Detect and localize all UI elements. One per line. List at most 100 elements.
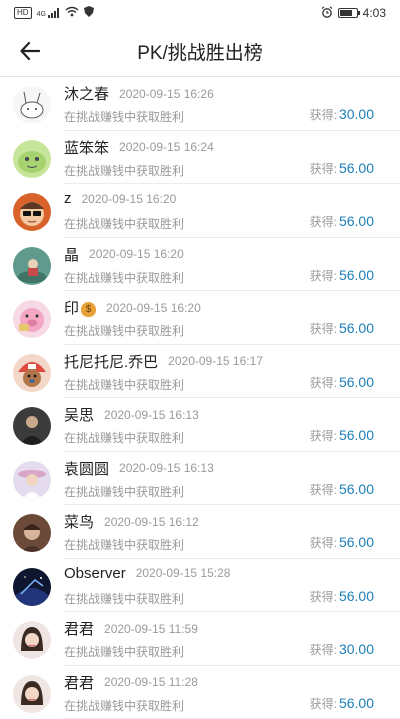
reward-value: 56.00 — [339, 213, 374, 229]
reward: 获得: 56.00 — [310, 588, 374, 605]
record-description: 在挑战赚钱中获取胜利 — [64, 269, 184, 286]
name-line: Observer 2020-09-15 15:28 — [64, 565, 230, 582]
record-time: 2020-09-15 16:13 — [119, 461, 214, 475]
back-button[interactable] — [14, 36, 46, 66]
name-line: 袁圆圆 2020-09-15 16:13 — [64, 458, 214, 479]
reward: 获得: 56.00 — [310, 481, 374, 498]
user-name: 袁圆圆 — [64, 458, 109, 479]
reward-value: 56.00 — [339, 481, 374, 497]
signal-icon: 4G — [37, 8, 60, 18]
record-time: 2020-09-15 11:59 — [104, 622, 198, 636]
avatar-sunglasses-face[interactable] — [13, 193, 51, 231]
name-line: 托尼托尼.乔巴 2020-09-15 16:17 — [64, 351, 263, 372]
reward-label: 获得: — [310, 427, 337, 444]
reward-value: 56.00 — [339, 534, 374, 550]
record-description: 在挑战赚钱中获取胜利 — [64, 162, 184, 179]
reward: 获得: 56.00 — [310, 695, 374, 712]
name-line: 君君 2020-09-15 11:59 — [64, 618, 198, 639]
reward: 获得: 56.00 — [310, 267, 374, 284]
back-arrow-icon[interactable] — [20, 42, 40, 60]
user-name: 君君 — [64, 672, 94, 693]
hd-badge: HD — [14, 7, 32, 19]
name-line: 君君 2020-09-15 11:28 — [64, 672, 198, 693]
wifi-icon — [65, 6, 79, 20]
list-item-2[interactable]: 蓝笨笨 2020-09-15 16:24 在挑战赚钱中获取胜利 获得: 56.0… — [0, 131, 400, 185]
list-item-9[interactable]: 菜鸟 2020-09-15 16:12 在挑战赚钱中获取胜利 获得: 56.00 — [0, 505, 400, 559]
name-line: 沐之春 2020-09-15 16:26 — [64, 83, 214, 104]
shield-icon — [84, 6, 94, 20]
user-name: 菜鸟 — [64, 511, 94, 532]
reward-value: 56.00 — [339, 588, 374, 604]
avatar-brown-portrait[interactable] — [13, 514, 51, 552]
list-item-3[interactable]: z 2020-09-15 16:20 在挑战赚钱中获取胜利 获得: 56.00 — [0, 184, 400, 238]
reward-label: 获得: — [310, 695, 337, 712]
money-bag-icon: $ — [81, 302, 96, 317]
name-line: 蓝笨笨 2020-09-15 16:24 — [64, 137, 214, 158]
reward-value: 30.00 — [339, 106, 374, 122]
status-bar: HD 4G 4:03 — [0, 0, 400, 26]
reward: 获得: 56.00 — [310, 213, 374, 230]
alarm-icon — [321, 6, 333, 21]
reward: 获得: 56.00 — [310, 534, 374, 551]
record-description: 在挑战赚钱中获取胜利 — [64, 108, 184, 125]
record-time: 2020-09-15 16:17 — [168, 354, 263, 368]
reward-value: 56.00 — [339, 320, 374, 336]
list-item-7[interactable]: 吴思 2020-09-15 16:13 在挑战赚钱中获取胜利 获得: 56.00 — [0, 398, 400, 452]
user-name: 托尼托尼.乔巴 — [64, 351, 158, 372]
winner-list: 沐之春 2020-09-15 16:26 在挑战赚钱中获取胜利 获得: 30.0… — [0, 77, 400, 719]
list-item-12[interactable]: 君君 2020-09-15 11:28 在挑战赚钱中获取胜利 获得: 56.00 — [0, 666, 400, 719]
avatar-night-sky[interactable] — [13, 568, 51, 606]
record-description: 在挑战赚钱中获取胜利 — [64, 429, 184, 446]
list-item-11[interactable]: 君君 2020-09-15 11:59 在挑战赚钱中获取胜利 获得: 30.00 — [0, 612, 400, 666]
avatar-teal-photo[interactable] — [13, 247, 51, 285]
reward: 获得: 56.00 — [310, 374, 374, 391]
record-description: 在挑战赚钱中获取胜利 — [64, 376, 184, 393]
reward-label: 获得: — [310, 588, 337, 605]
name-line: 印$ 2020-09-15 16:20 — [64, 297, 201, 318]
avatar-dark-portrait[interactable] — [13, 407, 51, 445]
avatar-green-cartoon[interactable] — [13, 140, 51, 178]
list-item-6[interactable]: 托尼托尼.乔巴 2020-09-15 16:17 在挑战赚钱中获取胜利 获得: … — [0, 345, 400, 399]
record-time: 2020-09-15 11:28 — [104, 675, 198, 689]
reward-label: 获得: — [310, 374, 337, 391]
list-item-4[interactable]: 晶 2020-09-15 16:20 在挑战赚钱中获取胜利 获得: 56.00 — [0, 238, 400, 292]
record-time: 2020-09-15 16:13 — [104, 408, 199, 422]
avatar-chopper[interactable] — [13, 354, 51, 392]
record-description: 在挑战赚钱中获取胜利 — [64, 536, 184, 553]
list-item-1[interactable]: 沐之春 2020-09-15 16:26 在挑战赚钱中获取胜利 获得: 30.0… — [0, 77, 400, 131]
user-name: z — [64, 190, 72, 207]
battery-icon — [338, 8, 358, 18]
record-description: 在挑战赚钱中获取胜利 — [64, 322, 184, 339]
user-name: Observer — [64, 565, 126, 582]
avatar-woman-portrait[interactable] — [13, 621, 51, 659]
record-description: 在挑战赚钱中获取胜利 — [64, 643, 184, 660]
reward: 获得: 30.00 — [310, 106, 374, 123]
reward: 获得: 30.00 — [310, 641, 374, 658]
reward-value: 56.00 — [339, 374, 374, 390]
record-time: 2020-09-15 16:20 — [89, 247, 184, 261]
reward-label: 获得: — [310, 481, 337, 498]
user-name: 印$ — [64, 297, 96, 318]
avatar-rabbit-sketch[interactable] — [13, 86, 51, 124]
avatar-pink-pig[interactable] — [13, 300, 51, 338]
reward-label: 获得: — [310, 641, 337, 658]
avatar-woman-portrait[interactable] — [13, 675, 51, 713]
record-time: 2020-09-15 16:20 — [106, 301, 201, 315]
reward-value: 56.00 — [339, 695, 374, 711]
user-name: 君君 — [64, 618, 94, 639]
reward-value: 56.00 — [339, 267, 374, 283]
list-item-5[interactable]: 印$ 2020-09-15 16:20 在挑战赚钱中获取胜利 获得: 56.00 — [0, 291, 400, 345]
record-description: 在挑战赚钱中获取胜利 — [64, 590, 184, 607]
reward-value: 30.00 — [339, 641, 374, 657]
list-item-10[interactable]: Observer 2020-09-15 15:28 在挑战赚钱中获取胜利 获得:… — [0, 559, 400, 613]
record-time: 2020-09-15 16:12 — [104, 515, 199, 529]
record-time: 2020-09-15 16:20 — [82, 192, 177, 206]
header: PK/挑战胜出榜 — [0, 26, 400, 76]
reward-label: 获得: — [310, 213, 337, 230]
reward: 获得: 56.00 — [310, 320, 374, 337]
avatar-girl-hat[interactable] — [13, 461, 51, 499]
network-type: 4G — [37, 11, 46, 18]
list-item-8[interactable]: 袁圆圆 2020-09-15 16:13 在挑战赚钱中获取胜利 获得: 56.0… — [0, 452, 400, 506]
record-description: 在挑战赚钱中获取胜利 — [64, 483, 184, 500]
record-time: 2020-09-15 15:28 — [136, 566, 231, 580]
